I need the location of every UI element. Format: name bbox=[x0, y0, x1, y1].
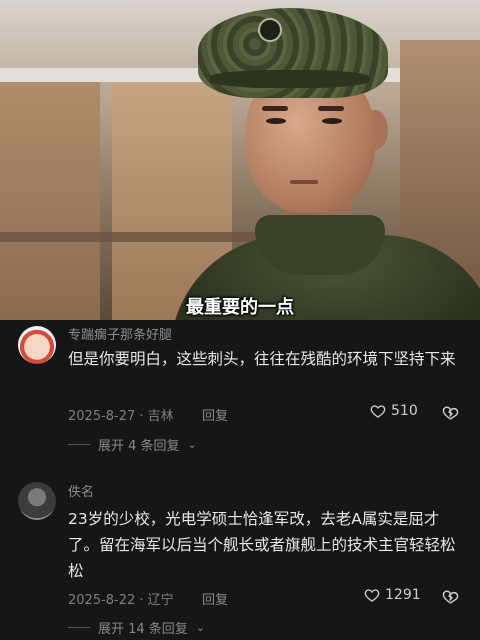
expand-replies-label: 展开 14 条回复 bbox=[98, 622, 188, 637]
heart-outline-icon bbox=[364, 589, 380, 602]
divider-line bbox=[68, 444, 90, 445]
avatar[interactable] bbox=[18, 326, 56, 364]
like-button[interactable]: 510 bbox=[370, 403, 418, 419]
comment-text[interactable]: 23岁的少校，光电学硕士恰逢军改，去老A属实是屈才了。留在海军以后当个舰长或者旗… bbox=[68, 506, 463, 584]
reply-button[interactable]: 回复 bbox=[202, 405, 228, 424]
divider-line bbox=[68, 627, 90, 628]
expand-replies-button[interactable]: 展开 14 条回复 ⌄ bbox=[68, 618, 205, 637]
uniform-collar bbox=[255, 215, 385, 275]
like-button[interactable]: 1291 bbox=[364, 587, 421, 603]
reply-button[interactable]: 回复 bbox=[202, 589, 228, 608]
expand-replies-button[interactable]: 展开 4 条回复 ⌄ bbox=[68, 435, 197, 454]
cap-badge bbox=[258, 18, 282, 42]
eyebrow bbox=[318, 106, 344, 111]
cap-brim bbox=[210, 70, 370, 88]
expand-replies-label: 展开 4 条回复 bbox=[98, 439, 180, 454]
comment-date-location: 2025-8-22 · 辽宁 bbox=[68, 593, 174, 608]
chevron-down-icon: ⌄ bbox=[195, 621, 206, 634]
video-subtitle: 最重要的一点 bbox=[186, 297, 294, 318]
mouth bbox=[290, 180, 318, 184]
eyebrow bbox=[262, 106, 288, 111]
avatar[interactable] bbox=[18, 482, 56, 520]
wood-panel bbox=[0, 82, 100, 320]
video-frame[interactable]: 最重要的一点 bbox=[0, 0, 480, 320]
comment-date-location: 2025-8-27 · 吉林 bbox=[68, 409, 174, 424]
chevron-down-icon: ⌄ bbox=[187, 438, 197, 451]
comment-text[interactable]: 但是你要明白，这些刺头，往往在残酷的环境下坚持下来 bbox=[68, 346, 463, 372]
comment-username[interactable]: 佚名 bbox=[68, 481, 94, 500]
eye bbox=[322, 118, 342, 124]
broken-heart-icon[interactable] bbox=[442, 404, 459, 421]
like-count: 510 bbox=[391, 403, 418, 419]
like-count: 1291 bbox=[385, 587, 421, 603]
comment-username[interactable]: 专踹瘸子那条好腿 bbox=[68, 324, 172, 343]
eye bbox=[266, 118, 286, 124]
heart-outline-icon bbox=[370, 405, 386, 418]
wall-rail bbox=[0, 232, 260, 242]
broken-heart-icon[interactable] bbox=[442, 588, 459, 605]
